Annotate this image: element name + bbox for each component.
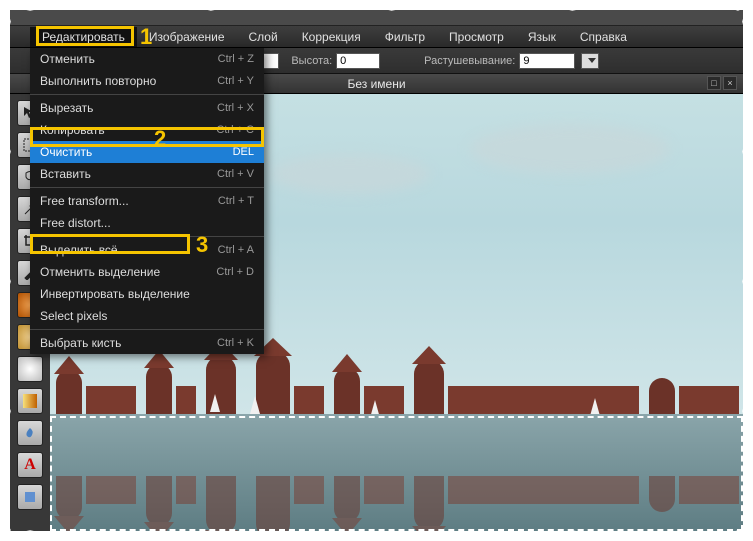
dm-paste[interactable]: ВставитьCtrl + V bbox=[30, 163, 264, 185]
dm-pick-brush[interactable]: Выбрать кистьCtrl + K bbox=[30, 332, 264, 354]
titlebar-strip bbox=[10, 10, 743, 26]
document-title: Без имени bbox=[347, 77, 405, 91]
height-label: Высота: bbox=[291, 55, 332, 67]
feather-label: Растушевывание: bbox=[424, 55, 515, 67]
dm-copy[interactable]: КопироватьCtrl + C bbox=[30, 119, 264, 141]
dm-clear[interactable]: ОчиститьDEL bbox=[30, 141, 264, 163]
menu-view[interactable]: Просмотр bbox=[437, 27, 516, 47]
annotation-num-2: 2 bbox=[154, 126, 166, 152]
dm-redo[interactable]: Выполнить повторноCtrl + Y bbox=[30, 70, 264, 92]
edit-dropdown: ОтменитьCtrl + Z Выполнить повторноCtrl … bbox=[30, 48, 264, 354]
tool-gradient[interactable] bbox=[17, 388, 43, 414]
tool-shape[interactable] bbox=[17, 484, 43, 510]
tool-text[interactable]: A bbox=[17, 452, 43, 478]
dm-free-distort[interactable]: Free distort... bbox=[30, 212, 264, 234]
dm-deselect[interactable]: Отменить выделениеCtrl + D bbox=[30, 261, 264, 283]
menu-adjust[interactable]: Коррекция bbox=[290, 27, 373, 47]
menubar: Редактировать Изображение Слой Коррекция… bbox=[10, 26, 743, 48]
dm-cut[interactable]: ВырезатьCtrl + X bbox=[30, 97, 264, 119]
tool-eraser[interactable] bbox=[17, 356, 43, 382]
dm-select-pixels[interactable]: Select pixels bbox=[30, 305, 264, 327]
menu-edit[interactable]: Редактировать bbox=[30, 27, 137, 47]
chevron-down-icon bbox=[588, 58, 596, 63]
maximize-icon[interactable]: □ bbox=[707, 76, 721, 90]
annotation-num-3: 3 bbox=[196, 232, 208, 258]
menu-language[interactable]: Язык bbox=[516, 27, 568, 47]
dm-free-transform[interactable]: Free transform...Ctrl + T bbox=[30, 190, 264, 212]
app-window: Редактировать Изображение Слой Коррекция… bbox=[10, 10, 743, 531]
dm-undo[interactable]: ОтменитьCtrl + Z bbox=[30, 48, 264, 70]
feather-dropdown[interactable] bbox=[581, 53, 599, 69]
annotation-num-1: 1 bbox=[140, 24, 152, 50]
dm-invert-selection[interactable]: Инвертировать выделение bbox=[30, 283, 264, 305]
menu-layer[interactable]: Слой bbox=[237, 27, 290, 47]
dm-select-all[interactable]: Выделить всёCtrl + A bbox=[30, 239, 264, 261]
tool-smudge[interactable] bbox=[17, 420, 43, 446]
height-input[interactable] bbox=[336, 53, 380, 69]
close-icon[interactable]: × bbox=[723, 76, 737, 90]
menu-help[interactable]: Справка bbox=[568, 27, 639, 47]
feather-input[interactable] bbox=[519, 53, 575, 69]
menu-filter[interactable]: Фильтр bbox=[373, 27, 437, 47]
